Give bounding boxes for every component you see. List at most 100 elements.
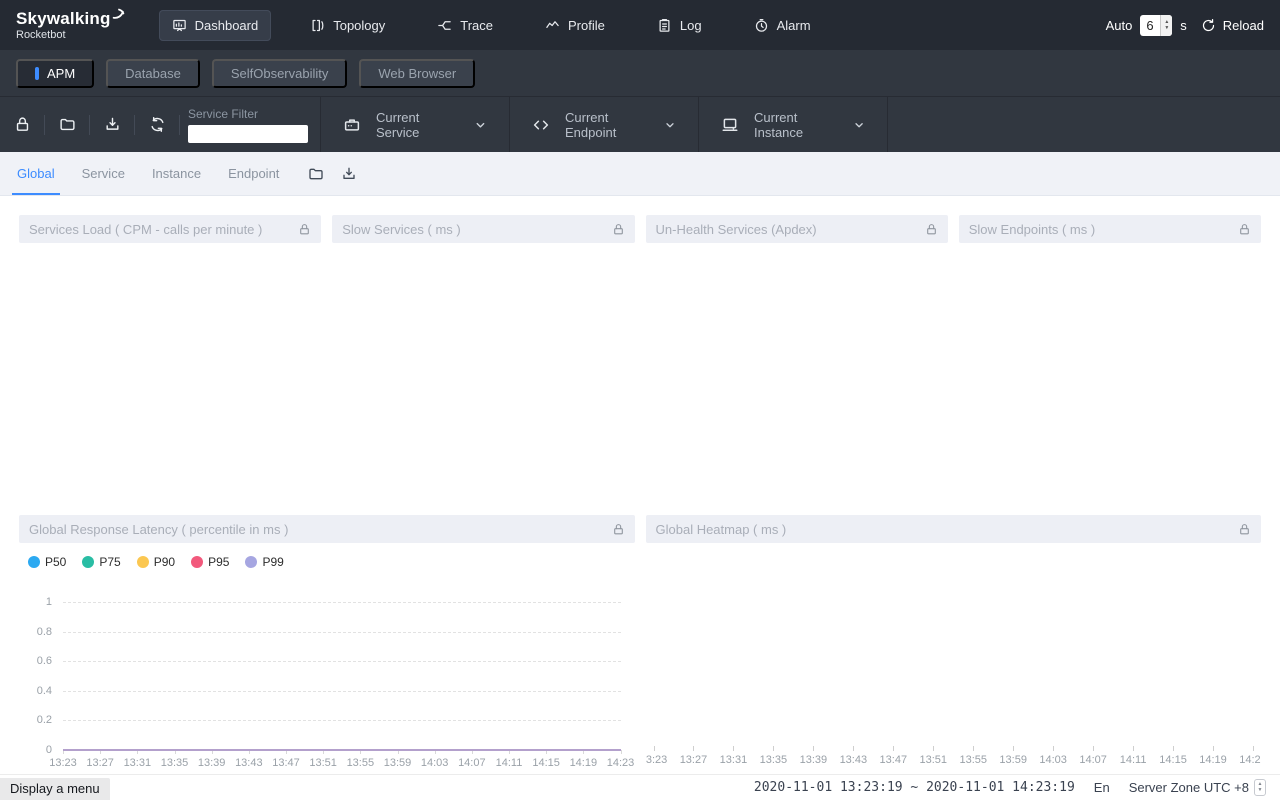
legend-item-p95[interactable]: P95 [191, 555, 229, 569]
panel-header: Services Load ( CPM - calls per minute ) [19, 215, 321, 243]
nav-item-alarm[interactable]: Alarm [741, 10, 824, 41]
panel-title: Slow Services ( ms ) [342, 222, 460, 237]
current-endpoint-selector[interactable]: Current Endpoint [510, 97, 698, 152]
nav-item-log[interactable]: Log [644, 10, 715, 41]
x-tick-label: 14:23 [1239, 754, 1261, 766]
panel-header: Slow Endpoints ( ms ) [959, 215, 1261, 243]
x-tick-label: 14:07 [458, 757, 486, 769]
nav-item-trace[interactable]: Trace [424, 10, 506, 41]
folder-button[interactable] [45, 116, 89, 133]
flat-series-line [63, 749, 621, 751]
auto-interval-value[interactable] [1140, 15, 1160, 36]
x-axis-labels: 13:23 13:27 13:31 13:35 13:39 13:43 13:4… [654, 754, 1254, 768]
lock-icon[interactable] [925, 223, 938, 236]
dashboard-group-bar: APM Database SelfObservability Web Brows… [0, 50, 1280, 96]
legend-item-p90[interactable]: P90 [137, 555, 175, 569]
refresh-button[interactable] [135, 116, 179, 133]
download-icon[interactable] [341, 166, 357, 182]
spinner-up-icon: ▲ [1164, 20, 1169, 25]
nav-label: Log [680, 18, 702, 33]
current-service-selector[interactable]: Current Service [321, 97, 509, 152]
legend-label: P95 [208, 555, 229, 569]
trace-icon [437, 18, 452, 33]
y-tick-label: 0.6 [37, 655, 52, 667]
panel-slow-endpoints: Slow Endpoints ( ms ) [959, 215, 1261, 501]
group-tab-selfobservability[interactable]: SelfObservability [212, 59, 348, 88]
reload-button[interactable]: Reload [1201, 18, 1264, 33]
logo-title: Skywalking [16, 10, 111, 28]
x-tick-label: 13:51 [309, 757, 337, 769]
panel-title: Services Load ( CPM - calls per minute ) [29, 222, 262, 237]
service-filter-input[interactable] [188, 125, 308, 143]
zone-stepper[interactable]: ▲▼ [1254, 779, 1266, 796]
lock-icon [14, 116, 31, 133]
language-switcher[interactable]: En [1094, 780, 1110, 795]
lock-icon[interactable] [298, 223, 311, 236]
folder-icon[interactable] [308, 166, 324, 182]
spinner-down-icon: ▼ [1164, 26, 1169, 31]
legend-item-p75[interactable]: P75 [82, 555, 120, 569]
status-hint: Display a menu [0, 778, 110, 800]
lock-icon[interactable] [1238, 223, 1251, 236]
tab-instance[interactable]: Instance [152, 152, 201, 195]
legend-dot [191, 556, 203, 568]
nav-item-dashboard[interactable]: Dashboard [159, 10, 272, 41]
x-tick-label: 13:55 [959, 754, 987, 766]
x-tick-label: 13:43 [840, 754, 868, 766]
x-axis-labels: 13:23 13:27 13:31 13:35 13:39 13:43 13:4… [63, 757, 621, 771]
nav-item-profile[interactable]: Profile [532, 10, 618, 41]
panel-title: Un-Health Services (Apdex) [656, 222, 817, 237]
tab-service[interactable]: Service [82, 152, 125, 195]
alarm-icon [754, 18, 769, 33]
lock-button[interactable] [0, 116, 44, 133]
nav-label: Topology [333, 18, 385, 33]
y-tick-label: 0 [46, 744, 52, 756]
reload-icon [1201, 18, 1216, 33]
panel-row-top: Services Load ( CPM - calls per minute )… [19, 215, 1261, 501]
auto-interval-input[interactable]: ▲▼ [1140, 15, 1172, 36]
topology-icon [310, 18, 325, 33]
legend-dot [28, 556, 40, 568]
legend-item-p99[interactable]: P99 [245, 555, 283, 569]
app-logo[interactable]: Skywalking Rocketbot [16, 10, 125, 41]
tab-label: Instance [152, 166, 201, 181]
panel-services-load: Services Load ( CPM - calls per minute ) [19, 215, 321, 501]
lock-icon[interactable] [612, 223, 625, 236]
panel-slow-services: Slow Services ( ms ) [332, 215, 634, 501]
group-tab-label: SelfObservability [231, 66, 329, 81]
gridline [63, 691, 621, 692]
group-tab-apm[interactable]: APM [16, 59, 94, 88]
group-tab-web-browser[interactable]: Web Browser [359, 59, 475, 88]
x-tick-label: 14:15 [532, 757, 560, 769]
lock-icon[interactable] [1238, 523, 1251, 536]
time-range-picker[interactable]: 2020-11-01 13:23:19 ~ 2020-11-01 14:23:1… [754, 780, 1075, 795]
current-instance-selector[interactable]: Current Instance [699, 97, 887, 152]
tab-global[interactable]: Global [17, 152, 55, 195]
panel-title: Slow Endpoints ( ms ) [969, 222, 1095, 237]
current-instance-label: Current Instance [754, 110, 838, 140]
group-tab-database[interactable]: Database [106, 59, 200, 88]
panel-unhealth-services: Un-Health Services (Apdex) [646, 215, 948, 501]
x-tick-label: 13:35 [760, 754, 788, 766]
legend-label: P50 [45, 555, 66, 569]
spinner-down-icon: ▼ [1258, 788, 1263, 793]
legend-item-p50[interactable]: P50 [28, 555, 66, 569]
group-tab-label: Web Browser [378, 66, 456, 81]
lock-icon[interactable] [612, 523, 625, 536]
refresh-icon [149, 116, 166, 133]
panel-title: Global Response Latency ( percentile in … [29, 522, 288, 537]
logo-swoosh-icon [112, 8, 125, 21]
x-tick-label: 14:23 [607, 757, 635, 769]
number-spinner[interactable]: ▲▼ [1160, 15, 1172, 36]
panel-title: Global Heatmap ( ms ) [656, 522, 787, 537]
nav-item-topology[interactable]: Topology [297, 10, 398, 41]
legend-label: P75 [99, 555, 120, 569]
heatmap-chart: 13:23 13:27 13:31 13:35 13:39 13:43 13:4… [646, 543, 1262, 772]
dashboard-content: Services Load ( CPM - calls per minute )… [0, 196, 1280, 774]
server-zone-control[interactable]: Server Zone UTC +8 ▲▼ [1129, 779, 1266, 796]
import-button[interactable] [90, 116, 134, 133]
latency-chart: P50 P75 P90 P95 P99 1 0.8 0.6 0.4 0.2 [19, 543, 635, 772]
tab-endpoint[interactable]: Endpoint [228, 152, 279, 195]
legend-dot [82, 556, 94, 568]
panel-chart-area [959, 243, 1261, 501]
